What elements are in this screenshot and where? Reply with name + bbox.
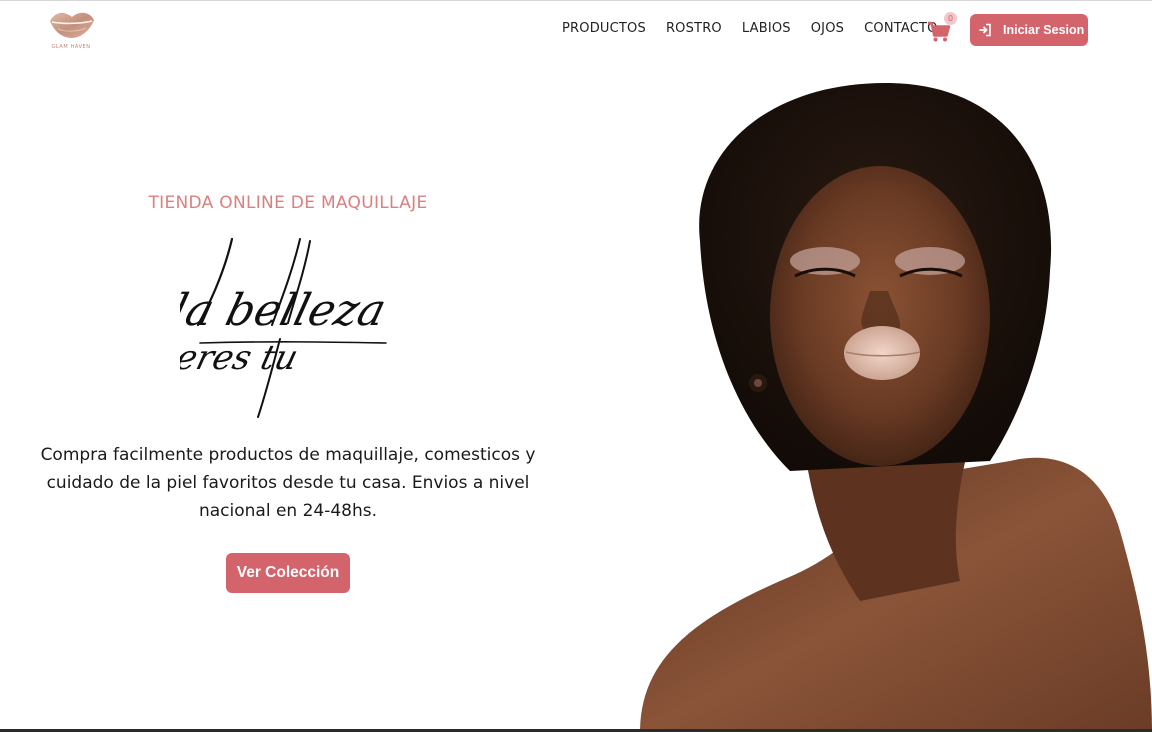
script-line-1: la belleza (180, 285, 391, 336)
page: GLAM HAVEN PRODUCTOS ROSTRO LABIOS OJOS … (0, 0, 1152, 732)
brand-logo[interactable]: GLAM HAVEN (46, 5, 98, 51)
login-button-label: Iniciar Sesion (1003, 23, 1085, 37)
view-collection-button[interactable]: Ver Colección (226, 553, 350, 593)
lips-logo-icon (50, 12, 94, 38)
cart-button[interactable]: 0 (927, 12, 957, 45)
nav-link-productos[interactable]: PRODUCTOS (562, 20, 646, 40)
hero-description: Compra facilmente productos de maquillaj… (40, 445, 536, 521)
sign-in-icon (979, 23, 991, 37)
navbar: GLAM HAVEN PRODUCTOS ROSTRO LABIOS OJOS … (0, 1, 1152, 59)
script-line-2: eres tu (180, 338, 302, 377)
brand-logo-text: GLAM HAVEN (51, 44, 91, 50)
nav-link-ojos[interactable]: OJOS (811, 20, 844, 40)
nav-links: PRODUCTOS ROSTRO LABIOS OJOS CONTACTO (552, 20, 958, 40)
cart-count-badge: 0 (944, 12, 957, 25)
nav-link-rostro[interactable]: ROSTRO (666, 20, 722, 40)
hero-eyebrow: TIENDA ONLINE DE MAQUILLAJE (148, 193, 428, 213)
hero-model-image (630, 61, 1152, 729)
hero-script-heading: la belleza eres tu (166, 233, 395, 423)
login-button[interactable]: Iniciar Sesion (970, 14, 1088, 46)
script-heading-art: la belleza eres tu (166, 237, 391, 418)
nav-link-labios[interactable]: LABIOS (742, 20, 791, 40)
